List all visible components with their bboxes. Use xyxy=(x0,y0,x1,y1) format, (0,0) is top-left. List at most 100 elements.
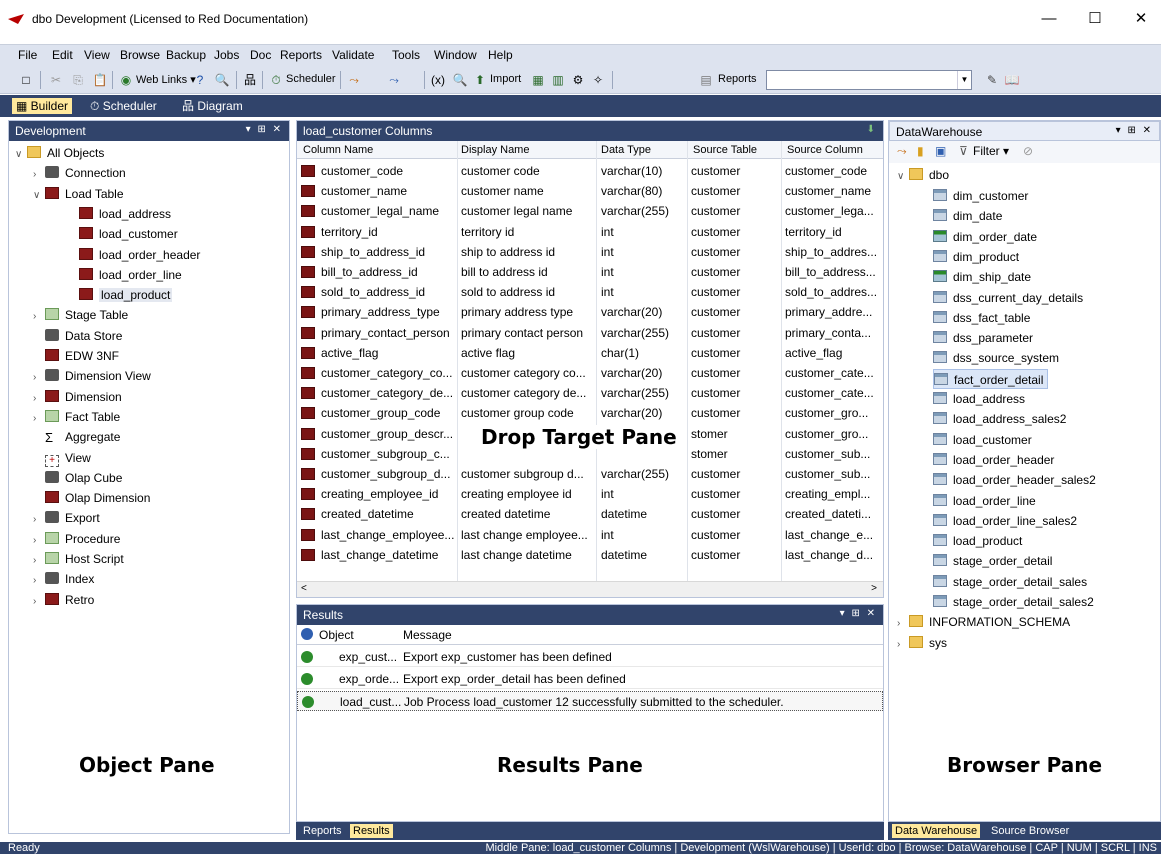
header-source-table[interactable]: Source Table xyxy=(693,144,757,156)
menu-edit[interactable]: Edit xyxy=(52,48,73,62)
table-row[interactable]: sold_to_address_id sold to address id int c… xyxy=(299,282,879,302)
tree-node-table[interactable]: load_address_sales2 xyxy=(933,409,1066,429)
connect-icon[interactable]: ⤳ xyxy=(346,72,362,88)
tree-node-table[interactable]: dss_parameter xyxy=(933,328,1033,348)
tree-node[interactable]: › Procedure xyxy=(33,529,120,549)
tab-scheduler[interactable]: ⏱ Scheduler xyxy=(86,98,161,114)
menu-reports[interactable]: Reports xyxy=(280,48,322,62)
tree-node-schema[interactable]: › sys xyxy=(897,633,947,653)
tree-node[interactable]: ∨ All Objects xyxy=(15,143,104,163)
edit-icon[interactable]: ✎ xyxy=(984,72,1000,88)
chevron-right-icon[interactable]: › xyxy=(897,614,909,634)
chevron-right-icon[interactable]: › xyxy=(33,551,45,571)
copy-icon[interactable]: ⎘ xyxy=(70,72,86,88)
table-icon[interactable]: ▦ xyxy=(530,72,546,88)
menu-validate[interactable]: Validate xyxy=(332,48,374,62)
connect-icon[interactable]: ⤳ xyxy=(897,144,907,159)
header-data-type[interactable]: Data Type xyxy=(601,144,651,156)
tree-node-table[interactable]: load_address xyxy=(933,389,1025,409)
tree-node-table[interactable]: load_order_header xyxy=(933,450,1054,470)
tree-node[interactable]: › Dimension xyxy=(33,387,122,407)
magic-icon[interactable]: ✧ xyxy=(590,72,606,88)
tree-node[interactable]: › Index xyxy=(33,569,94,589)
header-message[interactable]: Message xyxy=(403,628,452,642)
table-row[interactable]: ship_to_address_id ship to address id int c… xyxy=(299,242,879,262)
table-row[interactable]: customer_category_de... customer category… xyxy=(299,383,879,403)
zoom-icon[interactable]: 🔍 xyxy=(452,72,468,88)
tree-node-table[interactable]: dss_source_system xyxy=(933,348,1059,368)
menu-doc[interactable]: Doc xyxy=(250,48,271,62)
tree-node-table[interactable]: load_product xyxy=(933,531,1022,551)
tree-node[interactable]: › Fact Table xyxy=(33,407,120,427)
folder-icon[interactable]: ▮ xyxy=(917,144,924,158)
tree-node[interactable]: › Export xyxy=(33,508,100,528)
tools-icon[interactable]: ⚙ xyxy=(570,72,586,88)
tree-node[interactable]: Olap Dimension xyxy=(33,488,150,508)
chevron-down-icon[interactable]: ∨ xyxy=(33,186,45,206)
tree-node-table[interactable]: load_customer xyxy=(933,430,1032,450)
pane-controls[interactable]: ▾ ⊞ ✕ xyxy=(840,608,877,619)
tree-node-table[interactable]: dim_product xyxy=(933,247,1019,267)
import-button[interactable]: Import xyxy=(490,73,521,85)
table-row[interactable]: active_flag active flag char(1) customer act… xyxy=(299,343,879,363)
tree-node-table[interactable]: stage_order_detail_sales2 xyxy=(933,592,1094,612)
tree-node[interactable]: load_address xyxy=(67,204,171,224)
scroll-left-icon[interactable]: < xyxy=(301,583,307,594)
find-icon[interactable]: 🔍 xyxy=(214,72,230,88)
tab-source-browser[interactable]: Source Browser xyxy=(988,824,1072,838)
table-row[interactable]: customer_legal_name customer legal name va… xyxy=(299,201,879,221)
filter-button[interactable]: Filter ▾ xyxy=(973,144,1009,158)
result-row[interactable]: exp_cust... Export exp_customer has been … xyxy=(297,647,883,667)
menu-jobs[interactable]: Jobs xyxy=(214,48,239,62)
table-row[interactable]: customer_category_co... customer category… xyxy=(299,363,879,383)
chevron-right-icon[interactable]: › xyxy=(33,510,45,530)
chevron-right-icon[interactable]: › xyxy=(33,531,45,551)
chevron-right-icon[interactable]: › xyxy=(33,389,45,409)
disconnect-icon[interactable]: ⤳ xyxy=(386,72,402,88)
tree-node-table[interactable]: stage_order_detail xyxy=(933,551,1052,571)
tree-node[interactable]: Σ Aggregate xyxy=(33,427,120,447)
new-icon[interactable]: □ xyxy=(18,72,34,88)
tree-node[interactable]: › Connection xyxy=(33,163,126,183)
menu-file[interactable]: File xyxy=(18,48,37,62)
tree-node[interactable]: load_order_header xyxy=(67,245,200,265)
clear-filter-icon[interactable]: ⊘ xyxy=(1023,144,1033,158)
tree-node-table[interactable]: dss_current_day_details xyxy=(933,288,1083,308)
close-button[interactable]: ✕ xyxy=(1126,8,1156,30)
result-row[interactable]: exp_orde... Export exp_order_detail has b… xyxy=(297,669,883,689)
paste-icon[interactable]: 📋 xyxy=(92,72,108,88)
tree-node[interactable]: › Stage Table xyxy=(33,305,128,325)
tree-node-table[interactable]: dim_order_date xyxy=(933,227,1037,247)
header-column-name[interactable]: Column Name xyxy=(303,144,373,156)
add-column-icon[interactable]: ⬇ xyxy=(867,124,877,135)
tree-node[interactable]: EDW 3NF xyxy=(33,346,119,366)
job-icon[interactable]: ▥ xyxy=(550,72,566,88)
menu-help[interactable]: Help xyxy=(488,48,513,62)
chevron-down-icon[interactable]: ▼ xyxy=(957,71,971,89)
chevron-right-icon[interactable]: › xyxy=(33,592,45,612)
cut-icon[interactable]: ✂ xyxy=(48,72,64,88)
table-row[interactable]: territory_id territory id int customer terri… xyxy=(299,222,879,242)
tree-node-table[interactable]: dim_customer xyxy=(933,186,1028,206)
pane-controls[interactable]: ▾ ⊞ ✕ xyxy=(1116,125,1153,136)
chevron-right-icon[interactable]: › xyxy=(33,165,45,185)
tree-node[interactable]: › Retro xyxy=(33,590,94,610)
tab-diagram[interactable]: 品 Diagram xyxy=(178,98,247,114)
tree-node[interactable]: + View xyxy=(33,448,91,468)
web-links-button[interactable]: Web Links ▾ xyxy=(136,73,196,86)
pane-controls[interactable]: ▾ ⊞ ✕ xyxy=(246,124,283,135)
tree-node-table[interactable]: dim_ship_date xyxy=(933,267,1031,287)
tab-builder[interactable]: ▦ Builder xyxy=(12,98,73,114)
table-row[interactable]: creating_employee_id creating employee id… xyxy=(299,484,879,504)
tree-node[interactable]: load_product xyxy=(67,285,173,305)
help-icon[interactable]: ? xyxy=(192,72,208,88)
book-icon[interactable]: 📖 xyxy=(1004,72,1020,88)
chevron-right-icon[interactable]: › xyxy=(897,635,909,655)
table-row[interactable]: last_change_employee... last change emplo… xyxy=(299,525,879,545)
diagram-icon[interactable]: 品 xyxy=(242,72,258,88)
maximize-button[interactable]: ☐ xyxy=(1080,8,1110,30)
reports-combo[interactable]: ▼ xyxy=(766,70,972,90)
menu-window[interactable]: Window xyxy=(434,48,477,62)
scheduler-button[interactable]: Scheduler xyxy=(286,73,336,85)
tab-data-warehouse[interactable]: Data Warehouse xyxy=(892,824,981,838)
